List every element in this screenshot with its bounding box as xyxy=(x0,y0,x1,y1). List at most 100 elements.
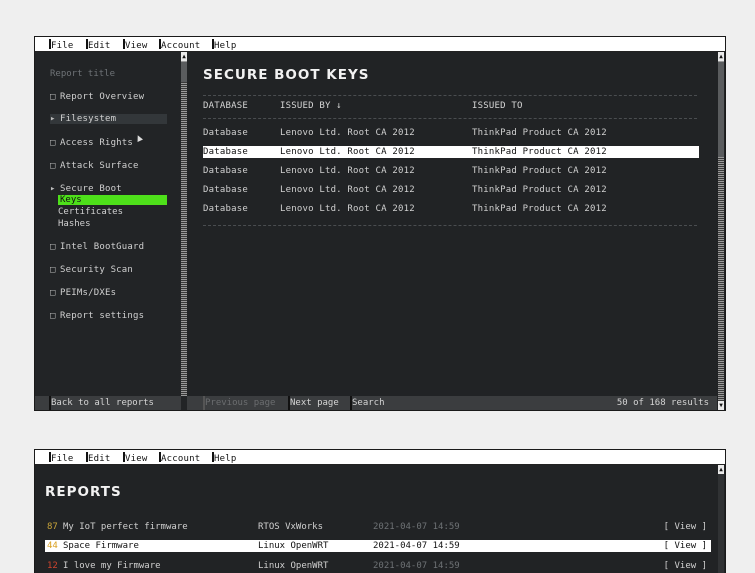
report-os: Linux OpenWRT xyxy=(258,561,329,571)
report-date: 2021-04-07 14:59 xyxy=(373,561,460,571)
sidebar-item-security-scan[interactable]: □ Security Scan xyxy=(50,265,133,275)
cell-issued-to: ThinkPad Product CA 2012 xyxy=(472,166,607,176)
status-bar: Back to all reports Previous page Next p… xyxy=(35,396,717,410)
sidebar-item-label: Intel BootGuard xyxy=(60,242,145,252)
scroll-down-arrow-icon[interactable]: ▼ xyxy=(718,401,724,410)
sidebar-item-report-settings[interactable]: □ Report settings xyxy=(50,311,144,321)
sidebar-item-attack-surface[interactable]: □ Attack Surface xyxy=(50,161,139,171)
cell-database: Database xyxy=(203,204,248,214)
cell-issued-to: ThinkPad Product CA 2012 xyxy=(472,185,607,195)
report-row[interactable]: 12 I love my Firmware Linux OpenWRT 2021… xyxy=(45,560,711,572)
sidebar-item-label: Secure Boot xyxy=(60,184,122,194)
cell-issued-to: ThinkPad Product CA 2012 xyxy=(472,147,607,157)
menu-bar: File Edit View Account Help xyxy=(35,450,725,465)
table-row[interactable]: Database Lenovo Ltd. Root CA 2012 ThinkP… xyxy=(203,203,699,215)
table-row[interactable]: Database Lenovo Ltd. Root CA 2012 ThinkP… xyxy=(203,184,699,196)
cell-issued-by: Lenovo Ltd. Root CA 2012 xyxy=(280,128,415,138)
divider xyxy=(181,396,187,410)
main-scrollbar[interactable]: ▲ xyxy=(718,465,724,573)
page-title: REPORTS xyxy=(45,484,122,500)
cell-database: Database xyxy=(203,128,248,138)
cell-issued-by: Lenovo Ltd. Root CA 2012 xyxy=(280,147,415,157)
report-score: 12 xyxy=(47,561,58,571)
report-score: 44 xyxy=(47,541,58,551)
menu-help[interactable]: Help xyxy=(212,39,236,51)
menu-account[interactable]: Account xyxy=(159,39,200,51)
menu-edit[interactable]: Edit xyxy=(86,452,110,464)
menu-edit-label: Edit xyxy=(88,454,111,464)
menu-help-label: Help xyxy=(214,454,237,464)
report-row[interactable]: 44 Space Firmware Linux OpenWRT 2021-04-… xyxy=(45,540,711,552)
menu-view-label: View xyxy=(125,454,148,464)
sidebar-item-label: Access Rights xyxy=(60,138,134,148)
checkbox-icon: □ xyxy=(50,265,56,275)
cell-database: Database xyxy=(203,185,248,195)
sidebar-item-label: Filesystem xyxy=(60,114,117,124)
results-count: 50 of 168 results xyxy=(616,398,709,408)
sidebar-item-label: Report settings xyxy=(60,311,145,321)
menu-view-label: View xyxy=(125,41,148,51)
reports-window: File Edit View Account Help REPORTS 87 M… xyxy=(34,449,726,573)
report-name: My IoT perfect firmware xyxy=(63,522,188,532)
report-date: 2021-04-07 14:59 xyxy=(373,541,460,551)
menu-file[interactable]: File xyxy=(49,39,73,51)
scroll-up-arrow-icon[interactable]: ▲ xyxy=(718,465,724,474)
expand-arrow-icon: ▸ xyxy=(50,114,56,124)
page-title: SECURE BOOT KEYS xyxy=(203,67,370,83)
sidebar-subitem-keys[interactable]: Keys xyxy=(58,195,167,205)
checkbox-icon: □ xyxy=(50,161,56,171)
search-button[interactable]: Search xyxy=(352,398,385,408)
sidebar-item-access-rights[interactable]: □ Access Rights xyxy=(50,138,133,148)
menu-file[interactable]: File xyxy=(49,452,73,464)
divider xyxy=(203,225,697,226)
menu-help[interactable]: Help xyxy=(212,452,236,464)
view-report-button[interactable]: [ View ] xyxy=(664,541,707,551)
scroll-up-arrow-icon[interactable]: ▲ xyxy=(718,52,724,61)
menu-account[interactable]: Account xyxy=(159,452,200,464)
main-panel: SECURE BOOT KEYS DATABASE ISSUED BY ↓ IS… xyxy=(187,52,717,396)
report-row[interactable]: 87 My IoT perfect firmware RTOS VxWorks … xyxy=(45,521,711,533)
checkbox-icon: □ xyxy=(50,242,56,252)
table-row[interactable]: Database Lenovo Ltd. Root CA 2012 ThinkP… xyxy=(203,146,699,158)
previous-page-button[interactable]: Previous page xyxy=(205,398,275,408)
sidebar-item-report-overview[interactable]: □ Report Overview xyxy=(50,92,144,102)
sidebar-item-filesystem[interactable]: ▸ Filesystem xyxy=(50,114,167,124)
view-report-button[interactable]: [ View ] xyxy=(664,522,707,532)
sidebar-item-label: Security Scan xyxy=(60,265,134,275)
sidebar-subitem-hashes[interactable]: Hashes xyxy=(58,219,91,229)
back-to-reports-link[interactable]: Back to all reports xyxy=(51,398,154,408)
scroll-thumb[interactable] xyxy=(718,62,724,157)
table-row[interactable]: Database Lenovo Ltd. Root CA 2012 ThinkP… xyxy=(203,165,699,177)
cell-issued-to: ThinkPad Product CA 2012 xyxy=(472,128,607,138)
divider xyxy=(203,118,697,119)
menu-help-label: Help xyxy=(214,41,237,51)
table-row[interactable]: Database Lenovo Ltd. Root CA 2012 ThinkP… xyxy=(203,127,699,139)
column-header-issued-to[interactable]: ISSUED TO xyxy=(472,101,523,111)
divider xyxy=(203,95,697,96)
sidebar-item-label: Attack Surface xyxy=(60,161,139,171)
view-report-button[interactable]: [ View ] xyxy=(664,561,707,571)
sidebar-item-peims-dxes[interactable]: □ PEIMs/DXEs xyxy=(50,288,116,298)
sidebar-item-label: PEIMs/DXEs xyxy=(60,288,117,298)
column-header-issued-by[interactable]: ISSUED BY ↓ xyxy=(280,101,342,111)
cell-database: Database xyxy=(203,147,248,157)
menu-account-label: Account xyxy=(161,454,201,464)
next-page-button[interactable]: Next page xyxy=(290,398,339,408)
mouse-cursor-icon xyxy=(135,134,143,142)
sidebar-subitem-certificates[interactable]: Certificates xyxy=(58,207,123,217)
checkbox-icon: □ xyxy=(50,92,56,102)
cell-issued-by: Lenovo Ltd. Root CA 2012 xyxy=(280,166,415,176)
menu-bar: File Edit View Account Help xyxy=(35,37,725,52)
checkbox-icon: □ xyxy=(50,311,56,321)
sidebar-item-secure-boot[interactable]: ▸ Secure Boot xyxy=(50,184,122,194)
sidebar-item-intel-bootguard[interactable]: □ Intel BootGuard xyxy=(50,242,144,252)
column-header-database[interactable]: DATABASE xyxy=(203,101,248,111)
menu-view[interactable]: View xyxy=(123,39,147,51)
report-name: I love my Firmware xyxy=(63,561,161,571)
menu-edit[interactable]: Edit xyxy=(86,39,110,51)
menu-view[interactable]: View xyxy=(123,452,147,464)
report-os: RTOS VxWorks xyxy=(258,522,324,532)
report-name: Space Firmware xyxy=(63,541,139,551)
expand-arrow-icon: ▸ xyxy=(50,184,56,194)
main-scrollbar[interactable]: ▲ ▼ xyxy=(718,52,724,410)
